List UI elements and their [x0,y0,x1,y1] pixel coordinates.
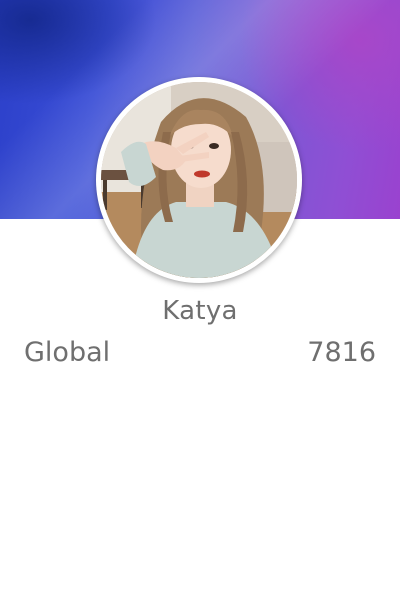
ranking-scope-label: Global [24,336,111,368]
avatar[interactable] [101,82,297,278]
ranking-score: 7816 [307,336,376,368]
avatar-frame[interactable] [96,77,302,283]
user-photo-icon [101,82,297,278]
ranking-row: Global 7816 [24,334,376,370]
profile-name: Katya [162,296,238,326]
profile-card: Katya Global 7816 [0,0,400,600]
